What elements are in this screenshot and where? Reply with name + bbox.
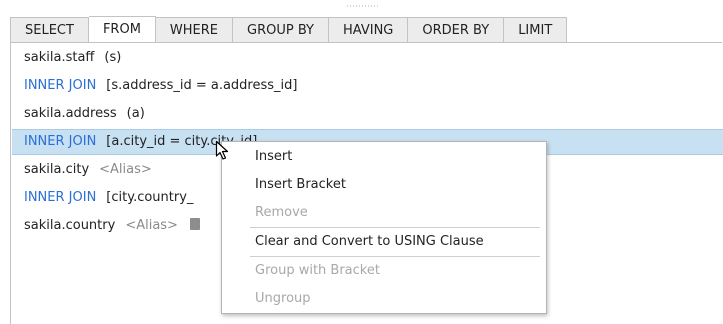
table-name[interactable]: sakila.address	[24, 106, 117, 121]
menu-item-remove: Remove	[255, 205, 308, 220]
tab-limit[interactable]: LIMIT	[504, 17, 568, 43]
row-action-icon[interactable]	[189, 218, 200, 230]
table-row[interactable]: sakila.staff (s)	[12, 45, 723, 71]
table-alias-placeholder[interactable]: <Alias>	[125, 218, 178, 233]
table-name[interactable]: sakila.staff	[24, 50, 94, 65]
tab-select[interactable]: SELECT	[10, 17, 89, 43]
table-row[interactable]: sakila.address (a)	[12, 101, 723, 127]
splitter-grip[interactable]	[346, 5, 378, 7]
table-name[interactable]: sakila.city	[24, 162, 89, 177]
clause-tabbar: SELECT FROM WHERE GROUP BY HAVING ORDER …	[10, 16, 568, 43]
context-menu: Insert Insert Bracket Remove Clear and C…	[221, 141, 547, 314]
tab-group-by[interactable]: GROUP BY	[233, 17, 329, 43]
mouse-pointer-icon	[215, 140, 229, 160]
join-row[interactable]: INNER JOIN [s.address_id = a.address_id]	[12, 73, 723, 99]
tab-from[interactable]: FROM	[88, 16, 156, 43]
join-type[interactable]: INNER JOIN	[24, 134, 96, 149]
menu-item-insert-bracket[interactable]: Insert Bracket	[222, 171, 546, 199]
join-condition[interactable]: [s.address_id = a.address_id]	[106, 78, 297, 93]
table-alias[interactable]: (a)	[127, 106, 145, 121]
table-alias-placeholder[interactable]: <Alias>	[99, 162, 152, 177]
tab-order-by[interactable]: ORDER BY	[408, 17, 505, 43]
menu-item-ungroup: Ungroup	[255, 291, 311, 306]
join-type[interactable]: INNER JOIN	[24, 190, 96, 205]
menu-item-group-with-bracket: Group with Bracket	[255, 263, 380, 278]
tab-having[interactable]: HAVING	[329, 17, 409, 43]
table-name[interactable]: sakila.country	[24, 218, 115, 233]
table-alias[interactable]: (s)	[104, 50, 121, 65]
menu-item-insert[interactable]: Insert	[222, 143, 546, 171]
tab-where[interactable]: WHERE	[155, 17, 234, 43]
join-type[interactable]: INNER JOIN	[24, 78, 96, 93]
join-condition[interactable]: [city.country_	[106, 190, 193, 205]
menu-item-clear-convert-using[interactable]: Clear and Convert to USING Clause	[222, 228, 546, 256]
